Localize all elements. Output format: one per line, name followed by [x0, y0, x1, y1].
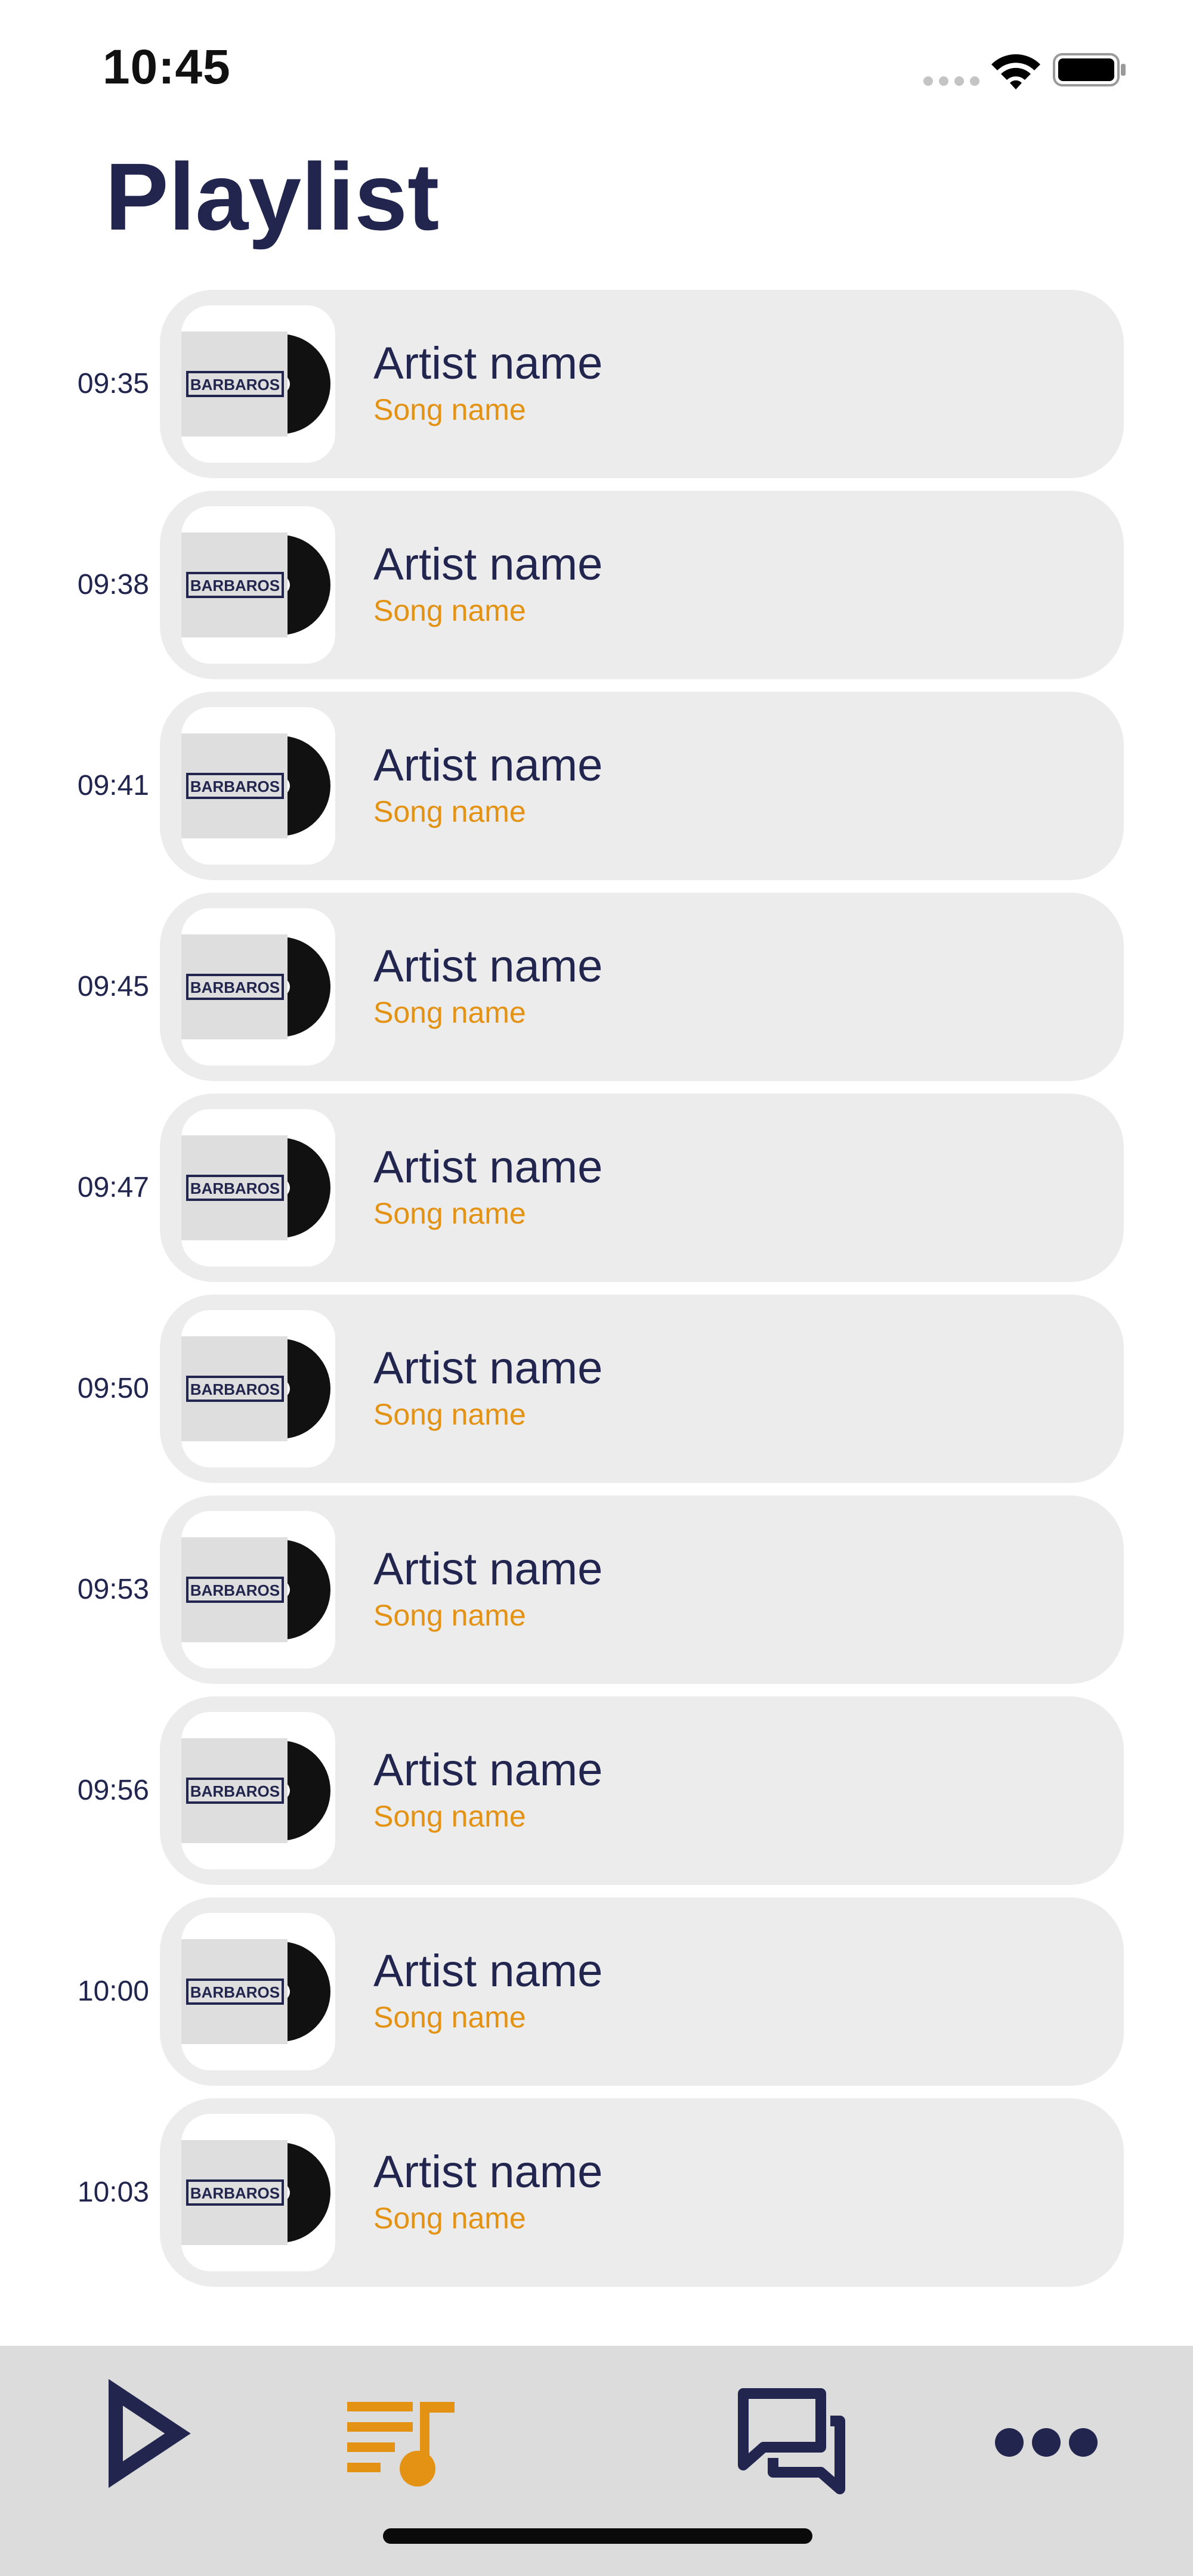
- playlist-row: 09:56 BARBAROS Artist name Song name: [0, 1696, 1193, 1885]
- cover-logo: BARBAROS: [190, 979, 280, 996]
- playlist-row: 10:03 BARBAROS Artist name Song name: [0, 2098, 1193, 2287]
- song-name: Song name: [373, 1398, 526, 1431]
- page-title: Playlist: [105, 143, 440, 250]
- album-cover: BARBAROS: [181, 1712, 335, 1869]
- battery-icon: [1053, 53, 1126, 86]
- cover-logo: BARBAROS: [190, 1983, 280, 2001]
- play-icon: [109, 2379, 191, 2488]
- artist-name: Artist name: [373, 2147, 603, 2197]
- track-card[interactable]: BARBAROS Artist name Song name: [160, 491, 1124, 679]
- track-card[interactable]: BARBAROS Artist name Song name: [160, 290, 1124, 478]
- album-cover: BARBAROS: [181, 707, 335, 865]
- track-card[interactable]: BARBAROS Artist name Song name: [160, 1295, 1124, 1483]
- song-name: Song name: [373, 1599, 526, 1632]
- play-time: 09:56: [77, 1775, 149, 1806]
- tab-more[interactable]: [983, 2370, 1114, 2501]
- cover-logo: BARBAROS: [190, 2184, 280, 2202]
- tab-chat[interactable]: [725, 2370, 857, 2501]
- cover-logo: BARBAROS: [190, 577, 280, 595]
- tab-playlist[interactable]: [336, 2370, 468, 2501]
- status-bar: 10:45: [0, 0, 1193, 137]
- album-cover: BARBAROS: [181, 2114, 335, 2271]
- play-time: 09:53: [77, 1574, 149, 1605]
- artist-name: Artist name: [373, 1544, 603, 1594]
- artist-name: Artist name: [373, 941, 603, 992]
- album-cover: BARBAROS: [181, 1109, 335, 1267]
- album-cover: BARBAROS: [181, 1310, 335, 1467]
- song-name: Song name: [373, 996, 526, 1029]
- song-name: Song name: [373, 1800, 526, 1833]
- cover-logo: BARBAROS: [190, 1782, 280, 1800]
- artist-name: Artist name: [373, 539, 603, 590]
- song-name: Song name: [373, 795, 526, 828]
- playlist-row: 09:53 BARBAROS Artist name Song name: [0, 1496, 1193, 1684]
- artist-name: Artist name: [373, 1946, 603, 1996]
- play-time: 09:45: [77, 971, 149, 1002]
- home-indicator: [383, 2528, 812, 2544]
- playlist-row: 09:47 BARBAROS Artist name Song name: [0, 1094, 1193, 1282]
- artist-name: Artist name: [373, 338, 603, 389]
- song-name: Song name: [373, 1197, 526, 1230]
- wifi-icon: [991, 54, 1040, 89]
- chat-icon: [738, 2388, 845, 2494]
- track-card[interactable]: BARBAROS Artist name Song name: [160, 2098, 1124, 2287]
- album-cover: BARBAROS: [181, 305, 335, 463]
- more-icon: [995, 2428, 1098, 2457]
- cellular-signal-icon: [923, 76, 979, 86]
- play-time: 09:41: [77, 770, 149, 801]
- album-cover: BARBAROS: [181, 908, 335, 1066]
- song-name: Song name: [373, 2001, 526, 2034]
- cover-logo: BARBAROS: [190, 376, 280, 394]
- cover-logo: BARBAROS: [190, 1581, 280, 1599]
- play-time: 10:00: [77, 1976, 149, 2007]
- play-time: 09:38: [77, 569, 149, 600]
- play-time: 09:47: [77, 1172, 149, 1203]
- playlist-row: 09:38 BARBAROS Artist name Song name: [0, 491, 1193, 679]
- artist-name: Artist name: [373, 740, 603, 791]
- playlist-row: 09:45 BARBAROS Artist name Song name: [0, 893, 1193, 1081]
- play-time: 09:50: [77, 1373, 149, 1404]
- play-time: 09:35: [77, 368, 149, 400]
- artist-name: Artist name: [373, 1142, 603, 1193]
- cover-logo: BARBAROS: [190, 1179, 280, 1197]
- status-time: 10:45: [103, 40, 231, 94]
- track-card[interactable]: BARBAROS Artist name Song name: [160, 893, 1124, 1081]
- playlist-row: 09:50 BARBAROS Artist name Song name: [0, 1295, 1193, 1483]
- playlist-icon: [347, 2402, 455, 2487]
- playlist-row: 09:35 BARBAROS Artist name Song name: [0, 290, 1193, 478]
- track-card[interactable]: BARBAROS Artist name Song name: [160, 692, 1124, 880]
- track-card[interactable]: BARBAROS Artist name Song name: [160, 1496, 1124, 1684]
- track-card[interactable]: BARBAROS Artist name Song name: [160, 1094, 1124, 1282]
- cover-logo: BARBAROS: [190, 778, 280, 795]
- cover-logo: BARBAROS: [190, 1380, 280, 1398]
- playlist-row: 10:00 BARBAROS Artist name Song name: [0, 1897, 1193, 2086]
- album-cover: BARBAROS: [181, 1913, 335, 2070]
- play-time: 10:03: [77, 2176, 149, 2208]
- track-card[interactable]: BARBAROS Artist name Song name: [160, 1897, 1124, 2086]
- artist-name: Artist name: [373, 1745, 603, 1795]
- song-name: Song name: [373, 594, 526, 627]
- song-name: Song name: [373, 2202, 526, 2235]
- artist-name: Artist name: [373, 1343, 603, 1394]
- playlist-row: 09:41 BARBAROS Artist name Song name: [0, 692, 1193, 880]
- tab-play[interactable]: [79, 2370, 210, 2501]
- song-name: Song name: [373, 393, 526, 426]
- track-card[interactable]: BARBAROS Artist name Song name: [160, 1696, 1124, 1885]
- album-cover: BARBAROS: [181, 506, 335, 664]
- album-cover: BARBAROS: [181, 1511, 335, 1668]
